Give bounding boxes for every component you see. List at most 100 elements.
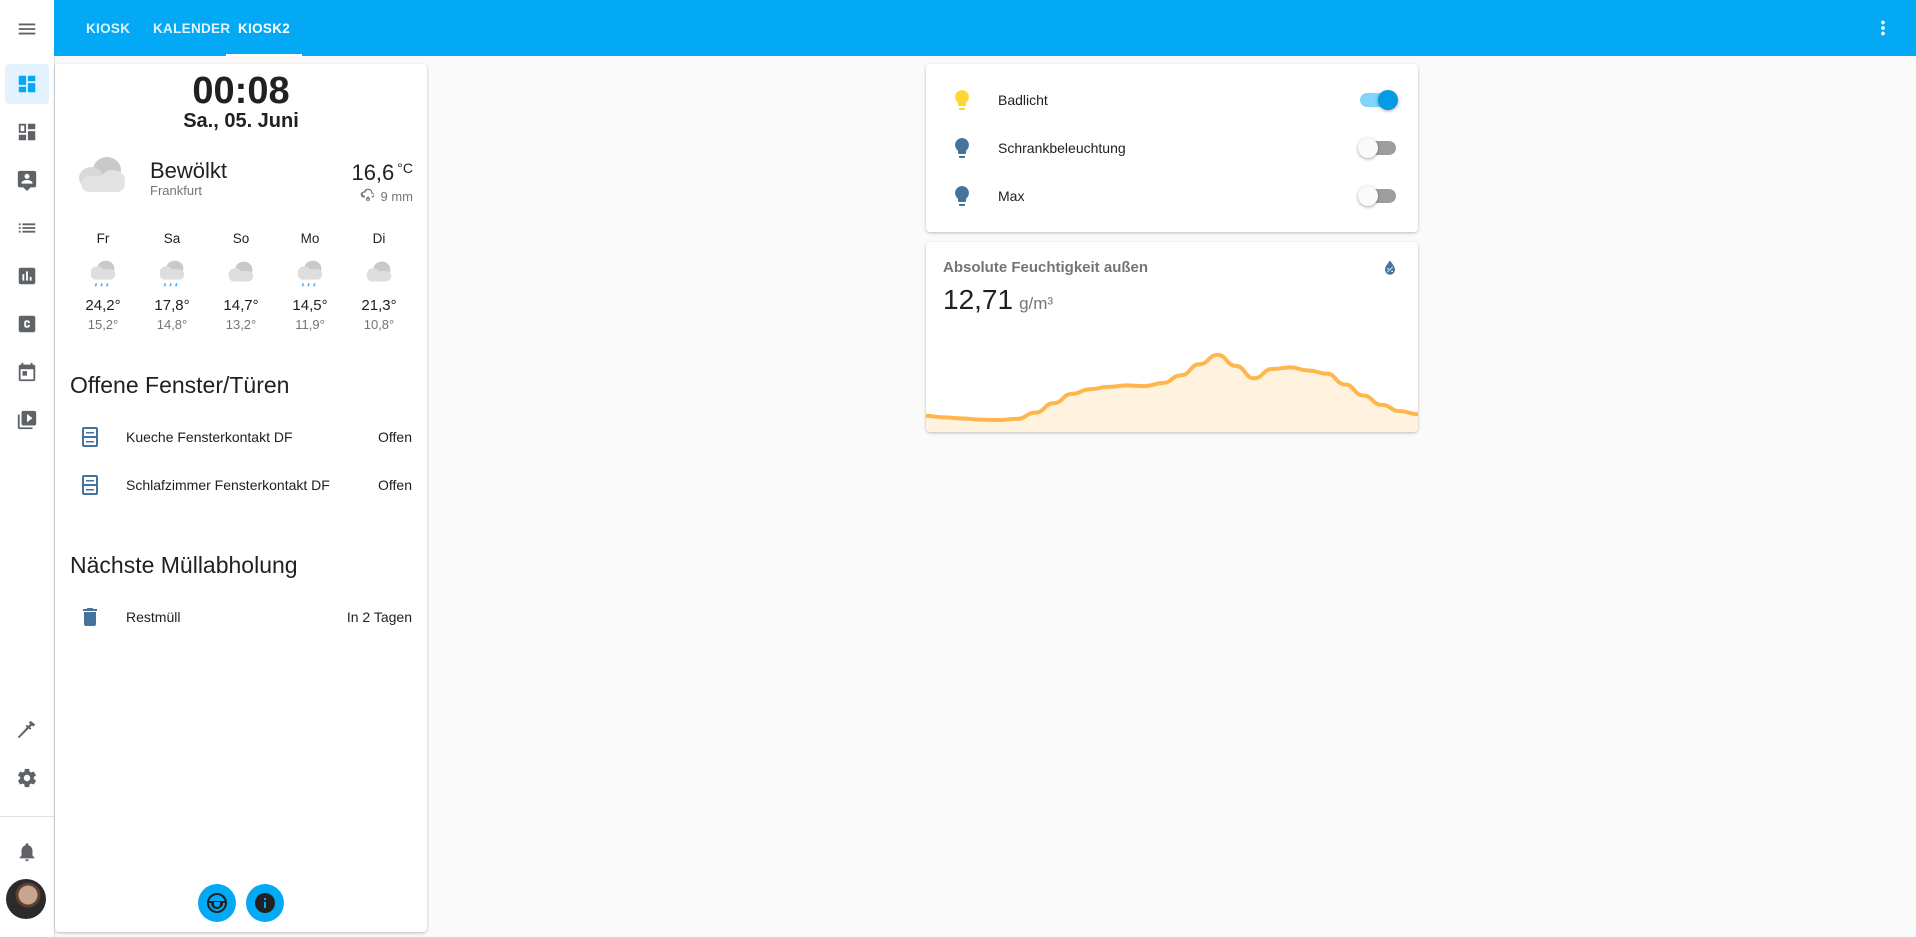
window-icon — [70, 417, 110, 457]
toggle-knob — [1378, 90, 1398, 110]
light-row: Schrankbeleuchtung — [942, 128, 1402, 168]
sensor-value: 12,71 — [943, 284, 1014, 315]
person-badge-icon[interactable] — [5, 160, 49, 200]
water-percent-icon — [1380, 258, 1400, 278]
menu-icon[interactable] — [5, 9, 49, 49]
robot-vacuum-icon — [207, 893, 227, 913]
info-icon — [255, 893, 275, 913]
weather-temperature: 16,6 °C — [351, 160, 413, 186]
calendar-icon[interactable] — [5, 352, 49, 392]
tab-kalender[interactable]: KALENDER — [153, 0, 230, 56]
weather-temp-unit: °C — [397, 160, 413, 176]
garbage-name: Restmüll — [126, 609, 181, 625]
list-icon[interactable] — [5, 208, 49, 248]
more-vert-icon[interactable] — [1872, 17, 1894, 39]
lightbulb-icon[interactable] — [942, 176, 982, 216]
c-box-icon[interactable] — [5, 304, 49, 344]
sensor-value-line: 12,71 g/m³ — [943, 284, 1053, 316]
weather-forecast: Fr 24,2° 15,2° Sa 17,8° 14,8° So 14,7° 1… — [69, 231, 413, 332]
clock-time: 00:08 — [192, 70, 290, 112]
forecast-low: 11,9° — [295, 317, 325, 332]
dashboard-icon[interactable] — [5, 64, 49, 104]
weather-temp-value: 16,6 — [351, 160, 395, 185]
light-row: Max — [942, 176, 1402, 216]
robot-vacuum-button[interactable] — [198, 884, 236, 922]
forecast-low: 10,8° — [363, 317, 395, 332]
window-contact-state: Offen — [378, 477, 412, 493]
lightbulb-icon[interactable] — [942, 80, 982, 120]
forecast-high: 21,3° — [361, 297, 397, 314]
bell-icon[interactable] — [5, 832, 49, 872]
weather-location: Frankfurt — [150, 183, 203, 198]
light-toggle[interactable] — [1360, 90, 1398, 110]
light-toggle[interactable] — [1358, 186, 1396, 206]
gear-icon[interactable] — [5, 758, 49, 798]
garbage-state: In 2 Tagen — [346, 609, 412, 625]
forecast-high: 14,7° — [223, 297, 259, 314]
clock-date: Sa., 05. Juni — [183, 110, 299, 132]
lights-card: Badlicht Schrankbeleuchtung Max — [926, 64, 1418, 232]
humidity-sensor-card[interactable]: Absolute Feuchtigkeit außen 12,71 g/m³ — [926, 242, 1418, 432]
window-contact-name: Schlafzimmer Fensterkontakt DF — [126, 477, 330, 493]
kiosk-card: 00:08 Sa., 05. Juni Bewölkt Frankfurt 16… — [55, 64, 427, 932]
forecast-low: 15,2° — [87, 317, 119, 332]
window-contact-row[interactable]: Kueche Fensterkontakt DF Offen — [70, 417, 412, 457]
sensor-name: Absolute Feuchtigkeit außen — [943, 259, 1149, 276]
forecast-high: 14,5° — [292, 297, 328, 314]
forecast-day: Di 21,3° 10,8° — [345, 231, 413, 332]
forecast-day: Sa 17,8° 14,8° — [138, 231, 206, 332]
tab-kiosk2[interactable]: KIOSK2 — [226, 0, 303, 56]
dashboard-alt-icon[interactable] — [5, 112, 49, 152]
tab-kiosk[interactable]: KIOSK — [86, 0, 130, 56]
cloud-icon — [207, 251, 275, 295]
forecast-day: Mo 14,5° 11,9° — [276, 231, 344, 332]
window-contact-state: Offen — [378, 429, 412, 445]
media-icon[interactable] — [5, 400, 49, 440]
window-contact-row[interactable]: Schlafzimmer Fensterkontakt DF Offen — [70, 465, 412, 505]
window-icon — [70, 465, 110, 505]
sensor-unit: g/m³ — [1019, 294, 1054, 313]
toggle-knob — [1358, 138, 1378, 158]
forecast-day-label: Fr — [96, 231, 110, 246]
forecast-day-label: So — [232, 231, 250, 246]
garbage-row[interactable]: Restmüll In 2 Tagen — [70, 597, 412, 637]
sidebar — [0, 0, 55, 937]
forecast-day-label: Di — [372, 231, 386, 246]
light-toggle[interactable] — [1358, 138, 1396, 158]
forecast-high: 17,8° — [154, 297, 190, 314]
trash-icon — [70, 597, 110, 637]
forecast-low: 13,2° — [225, 317, 257, 332]
top-bar: KIOSK KALENDER KIOSK2 — [54, 0, 1916, 56]
avatar[interactable] — [6, 879, 46, 919]
forecast-day: So 14,7° 13,2° — [207, 231, 275, 332]
cloud-rain-icon — [69, 251, 137, 295]
forecast-day: Fr 24,2° 15,2° — [69, 231, 137, 332]
light-name: Badlicht — [998, 92, 1048, 108]
cloud-icon — [73, 152, 129, 198]
toggle-knob — [1358, 186, 1378, 206]
light-row: Badlicht — [942, 80, 1402, 120]
info-button[interactable] — [246, 884, 284, 922]
windows-title: Offene Fenster/Türen — [70, 372, 290, 398]
window-contact-name: Kueche Fensterkontakt DF — [126, 429, 293, 445]
sensor-sparkline — [926, 352, 1418, 432]
forecast-low: 14,8° — [156, 317, 188, 332]
garbage-title: Nächste Müllabholung — [70, 552, 298, 578]
sidebar-divider — [0, 816, 54, 817]
forecast-high: 24,2° — [85, 297, 121, 314]
light-name: Schrankbeleuchtung — [998, 140, 1126, 156]
lightbulb-icon[interactable] — [942, 128, 982, 168]
weather-state: Bewölkt — [150, 158, 228, 183]
cloud-rain-icon — [276, 251, 344, 295]
cloud-icon — [345, 251, 413, 295]
bottom-buttons — [55, 884, 427, 922]
forecast-day-label: Sa — [163, 231, 181, 246]
chart-icon[interactable] — [5, 256, 49, 296]
weather-precip-value: 9 mm — [380, 188, 414, 204]
hammer-icon[interactable] — [5, 710, 49, 750]
rain-gauge-icon — [360, 188, 374, 202]
cloud-rain-icon — [138, 251, 206, 295]
weather-precipitation: 9 mm — [359, 187, 414, 205]
light-name: Max — [998, 188, 1025, 204]
forecast-day-label: Mo — [300, 231, 320, 246]
